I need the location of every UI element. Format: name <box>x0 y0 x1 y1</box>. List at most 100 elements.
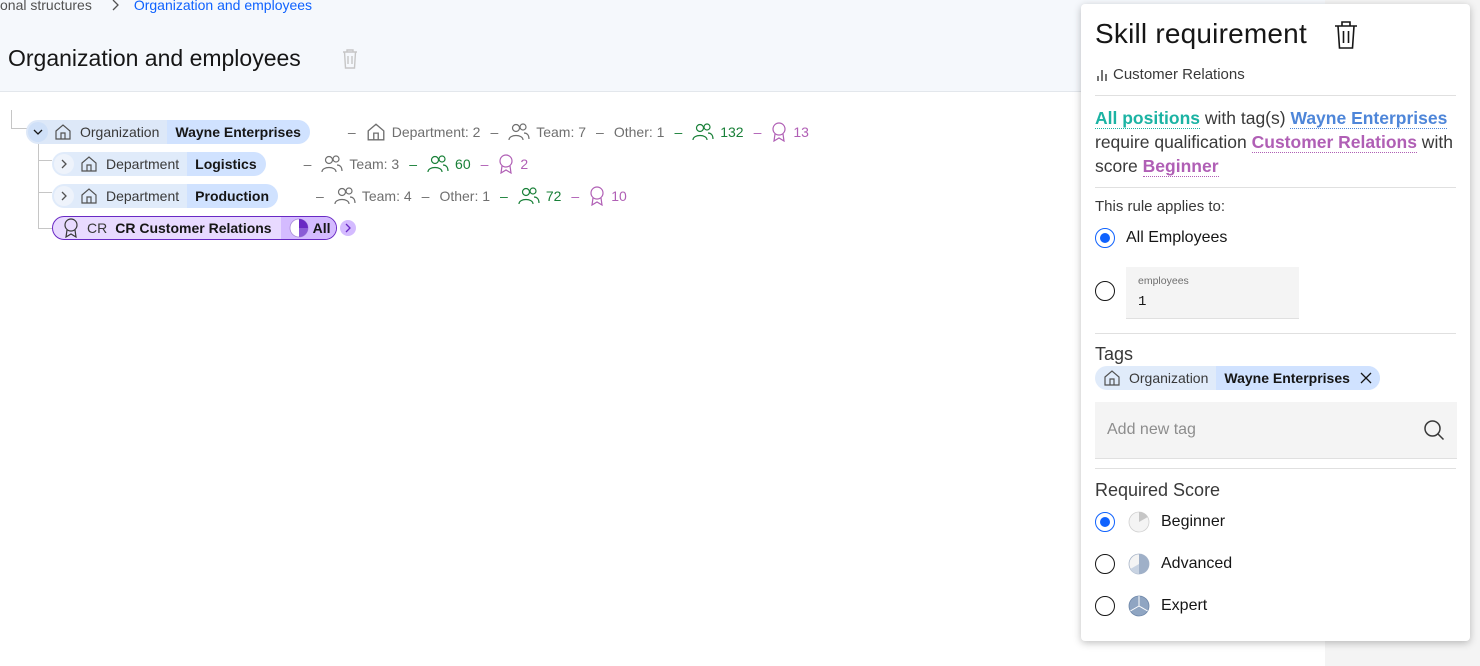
chevron-right-icon[interactable] <box>54 154 74 174</box>
pie-level-icon <box>289 218 308 238</box>
badge-icon <box>63 218 79 238</box>
add-tag-input[interactable]: Add new tag <box>1095 402 1457 459</box>
trash-icon[interactable] <box>1333 20 1359 55</box>
search-icon[interactable] <box>1423 419 1445 446</box>
tree-connector <box>38 192 52 193</box>
skill-count: 2 <box>498 154 528 174</box>
node-stats: – Team: 4 – Other: 1 – 72 – 10 <box>316 186 627 206</box>
org-node[interactable]: Organization Wayne Enterprises <box>26 120 310 144</box>
group-icon <box>692 123 714 141</box>
building-icon <box>367 123 385 141</box>
tree-row-department: Department Production – Team: 4 – Other:… <box>52 184 627 208</box>
skill-name: CR Customer Relations <box>115 220 272 236</box>
score-beginner-label: Beginner <box>1161 513 1226 530</box>
rule-positions[interactable]: All positions <box>1095 108 1200 129</box>
divider <box>1095 95 1456 96</box>
employee-count: 60 <box>427 155 471 173</box>
tree-row-root: Organization Wayne Enterprises – Departm… <box>26 120 809 144</box>
node-stats: – Department: 2 – Team: 7 – Other: 1 – 1… <box>347 122 809 142</box>
building-icon <box>80 187 98 205</box>
skill-node[interactable]: CR CR Customer Relations All <box>52 216 338 240</box>
employee-count-field[interactable]: employees 1 <box>1126 267 1299 319</box>
chevron-down-icon[interactable] <box>28 122 48 142</box>
building-icon <box>80 155 98 173</box>
other-count: Other: 1 <box>439 188 491 204</box>
score-advanced-label: Advanced <box>1161 555 1233 572</box>
node-name: Logistics <box>187 152 266 176</box>
divider <box>1095 187 1456 188</box>
other-count: Other: 1 <box>613 124 665 140</box>
required-score-label: Required Score <box>1095 480 1221 500</box>
team-count: Team: 4 <box>334 187 412 205</box>
department-count: Department: 2 <box>366 122 480 142</box>
skill-level: All <box>280 217 337 239</box>
group-icon <box>508 123 530 141</box>
panel-title: Skill requirement <box>1095 18 1307 49</box>
level-expert-icon <box>1127 594 1151 618</box>
badge-icon <box>499 154 514 174</box>
tree-connector <box>38 228 52 229</box>
node-type: Department <box>106 156 180 172</box>
trash-icon[interactable] <box>341 48 359 75</box>
employee-count-radio[interactable] <box>1095 281 1115 301</box>
employee-count: 72 <box>518 187 561 205</box>
group-icon <box>427 155 449 173</box>
chevron-right-icon[interactable] <box>54 186 74 206</box>
score-expert-radio[interactable] <box>1095 596 1115 616</box>
group-icon <box>518 187 540 205</box>
chevron-right-icon[interactable] <box>340 220 357 236</box>
score-expert-label: Expert <box>1161 597 1208 614</box>
skill-count: 10 <box>589 186 627 206</box>
tag-type: Organization <box>1129 370 1209 386</box>
chevron-right-icon <box>110 0 120 12</box>
badge-icon <box>590 186 604 206</box>
node-type: Organization <box>80 124 160 140</box>
rule-qualification[interactable]: Customer Relations <box>1251 132 1417 153</box>
team-count: Team: 3 <box>321 155 399 173</box>
divider <box>1095 333 1456 334</box>
skill-requirement-panel: Skill requirement Customer Relations All… <box>1081 4 1470 641</box>
page-title: Organization and employees <box>8 45 301 71</box>
team-count: Team: 7 <box>508 123 586 141</box>
close-icon[interactable] <box>1360 372 1372 384</box>
department-node[interactable]: Department Production <box>52 184 279 208</box>
breadcrumb-current[interactable]: Organization and employees <box>134 0 312 13</box>
add-tag-placeholder: Add new tag <box>1107 421 1196 438</box>
score-beginner-radio[interactable] <box>1095 512 1115 532</box>
rule-score[interactable]: Beginner <box>1142 156 1219 177</box>
employee-count: 132 <box>692 123 744 141</box>
rule-description: All positions with tag(s) Wayne Enterpri… <box>1095 108 1453 177</box>
node-name: Production <box>187 184 279 208</box>
breadcrumb-parent[interactable]: onal structures <box>0 0 92 13</box>
score-advanced-radio[interactable] <box>1095 554 1115 574</box>
node-name: Wayne Enterprises <box>167 120 310 144</box>
rule-tag[interactable]: Wayne Enterprises <box>1290 108 1448 129</box>
applies-label: This rule applies to: <box>1095 198 1226 215</box>
tree-connector <box>38 160 52 161</box>
tree-row-skill: CR CR Customer Relations All <box>52 216 357 240</box>
department-node[interactable]: Department Logistics <box>52 152 266 176</box>
breadcrumb: onal structures Organization and employe… <box>0 0 312 13</box>
tag-chip: Organization Wayne Enterprises <box>1095 366 1380 390</box>
node-stats: – Team: 3 – 60 – 2 <box>303 154 529 174</box>
all-employees-radio[interactable] <box>1095 228 1115 248</box>
node-type: Department <box>106 188 180 204</box>
building-icon <box>54 123 72 141</box>
level-beginner-icon <box>1127 510 1151 534</box>
group-icon <box>334 187 356 205</box>
building-icon <box>1103 369 1121 387</box>
skill-abbr: CR <box>87 220 108 236</box>
all-employees-label: All Employees <box>1126 229 1228 246</box>
tags-label: Tags <box>1095 344 1134 364</box>
tag-name: Wayne Enterprises <box>1224 370 1350 386</box>
badge-icon <box>772 122 786 142</box>
group-icon <box>321 155 344 173</box>
level-advanced-icon <box>1127 552 1151 576</box>
divider <box>1095 468 1456 469</box>
tree-connector <box>11 110 12 128</box>
tag-name-box: Wayne Enterprises <box>1216 366 1380 390</box>
field-value: 1 <box>1138 294 1147 310</box>
panel-subtitle: Customer Relations <box>1095 66 1245 83</box>
field-label: employees <box>1138 275 1189 287</box>
tree-connector <box>38 144 39 228</box>
